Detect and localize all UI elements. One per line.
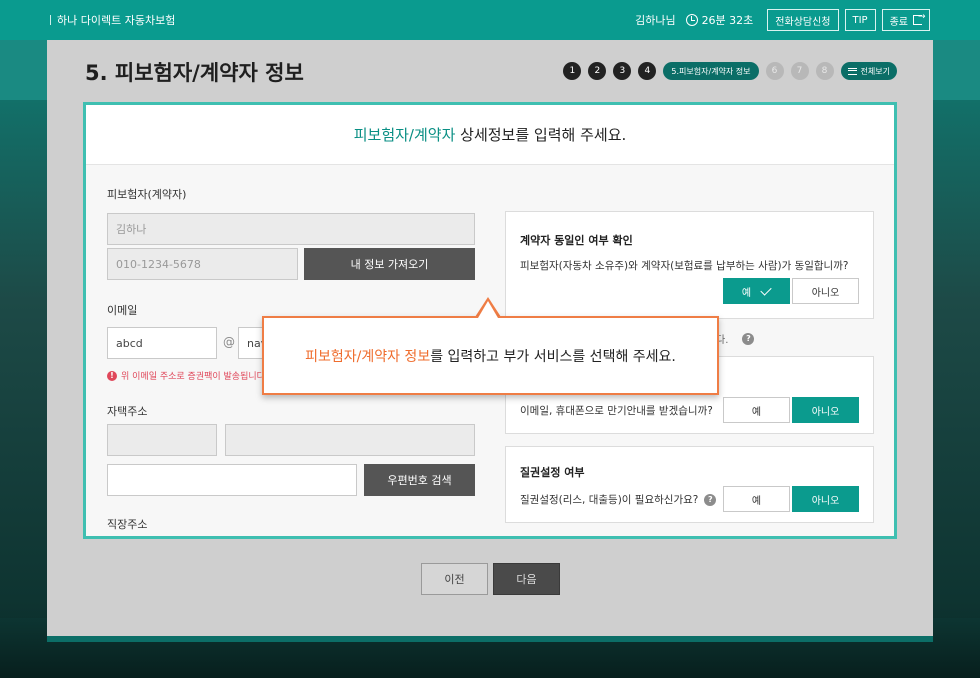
all-view-button[interactable]: 전체보기 [840,62,897,80]
tip-button[interactable]: TIP [844,9,876,31]
help-icon[interactable]: ? [742,332,755,345]
consult-button-label: 전화상담신청 [775,16,831,28]
brand-divider [50,15,51,25]
panel-bottom-line [47,636,933,642]
consult-button[interactable]: 전화상담신청 [767,9,839,31]
check-icon [760,283,772,296]
home-address-detail-input[interactable] [107,464,357,496]
warning-icon: ! [107,370,117,381]
same-person-yes-button[interactable]: 예 [723,278,790,304]
top-bar: 하나 다이렉트 자동차보험 김하나님 26분 32초 전화상담신청 TIP 종료 [0,0,980,40]
clock-icon [685,14,698,26]
brand-name: 하나 다이렉트 자동차보험 [57,14,176,27]
session-timer: 26분 32초 [685,12,754,28]
callout-highlight: 피보험자/계약자 정보 [305,348,431,365]
notice-question-text: 이메일, 휴대폰으로 만기안내를 받겠습니까? [520,405,713,417]
email-warning: ! 위 이메일 주소로 증권팩이 발송됩니다 [107,369,265,382]
step-6: 6 [765,62,784,80]
lien-no-button[interactable]: 아니오 [792,486,859,512]
callout-arrow-inner [478,301,498,318]
user-name: 김하나님 [635,14,676,27]
same-person-question-text: 피보험자(자동차 소유주)와 계약자(보험료를 납부하는 사람)가 동일합니까? [520,260,849,272]
step-2[interactable]: 2 [588,62,607,80]
email-id-input[interactable]: abcd [107,327,217,359]
top-bar-right: 김하나님 26분 32초 전화상담신청 TIP 종료 [635,9,930,31]
card-heading-text: 상세정보를 입력해 주세요. [455,126,627,144]
card-heading-accent: 피보험자/계약자 [353,126,456,144]
step-indicator: 1 2 3 4 5.피보험자/계약자 정보 6 7 8 전체보기 [563,62,897,80]
card-heading: 피보험자/계약자 상세정보를 입력해 주세요. [86,105,894,165]
email-warning-text: 위 이메일 주소로 증권팩이 발송됩니다 [121,372,265,382]
callout-text: 를 입력하고 부가 서비스를 선택해 주세요. [430,348,676,365]
at-sign: @ [223,335,235,349]
lien-title: 질권설정 여부 [520,466,585,479]
step-1[interactable]: 1 [563,62,582,80]
same-person-title: 계약자 동일인 여부 확인 [520,234,633,247]
menu-icon [847,67,857,75]
same-person-box: 계약자 동일인 여부 확인 피보험자(자동차 소유주)와 계약자(보험료를 납부… [505,211,874,319]
step-3[interactable]: 3 [613,62,632,80]
home-zip-field[interactable] [107,424,217,456]
insured-label: 피보험자(계약자) [107,188,187,201]
same-person-yes-label: 예 [741,287,752,299]
next-button[interactable]: 다음 [493,563,560,595]
notice-yes-button[interactable]: 예 [723,397,790,423]
notice-question: 이메일, 휴대폰으로 만기안내를 받겠습니까? [520,403,713,418]
name-field[interactable]: 김하나 [107,213,475,245]
lien-question: 질권설정(리스, 대출등)이 필요하신가요? ? [520,492,717,507]
home-address-label: 자택주소 [107,405,148,418]
step-7: 7 [790,62,809,80]
exit-button[interactable]: 종료 [881,9,930,31]
same-person-no-button[interactable]: 아니오 [792,278,859,304]
prev-button[interactable]: 이전 [421,563,488,595]
home-address-field[interactable] [225,424,475,456]
timer-value: 26분 32초 [701,14,754,27]
work-address-label: 직장주소 [107,518,148,531]
page-title: 5. 피보험자/계약자 정보 [85,61,304,85]
lien-yes-button[interactable]: 예 [723,486,790,512]
same-person-question: 피보험자(자동차 소유주)와 계약자(보험료를 납부하는 사람)가 동일합니까? [520,258,848,273]
step-4[interactable]: 4 [638,62,657,80]
email-label: 이메일 [107,304,138,317]
note-tail: 다. ? [716,331,755,346]
lien-question-text: 질권설정(리스, 대출등)이 필요하신가요? [520,494,699,506]
import-info-button[interactable]: 내 정보 가져오기 [304,248,475,280]
brand[interactable]: 하나 다이렉트 자동차보험 [50,12,175,28]
tip-button-label: TIP [852,14,868,26]
all-view-label: 전체보기 [860,66,890,76]
phone-field[interactable]: 010-1234-5678 [107,248,298,280]
notice-no-button[interactable]: 아니오 [792,397,859,423]
guide-callout: 피보험자/계약자 정보 를 입력하고 부가 서비스를 선택해 주세요. [262,316,719,395]
step-8: 8 [815,62,834,80]
help-icon[interactable]: ? [704,493,717,506]
exit-icon [913,12,926,25]
zip-search-button[interactable]: 우편번호 검색 [364,464,475,496]
lien-box: 질권설정 여부 질권설정(리스, 대출등)이 필요하신가요? ? 예 아니오 [505,446,874,523]
exit-button-label: 종료 [889,16,908,28]
step-current: 5.피보험자/계약자 정보 [663,62,759,80]
